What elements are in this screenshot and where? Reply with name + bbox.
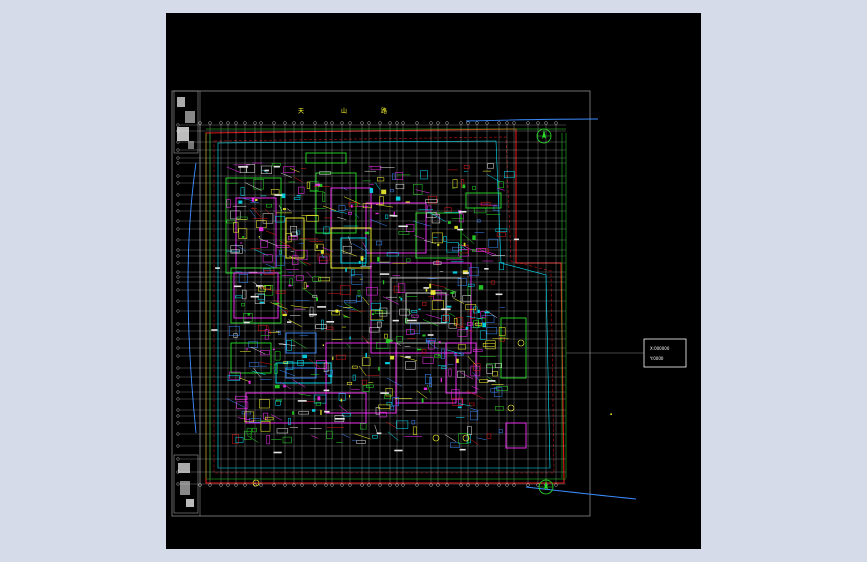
legend-line-1: X:000000 — [650, 346, 670, 351]
coordinate-legend: X:000000 Y:0000 — [643, 338, 687, 368]
road-name-char-1: 天 — [298, 108, 304, 115]
road-name-char-2: 山 — [341, 107, 347, 115]
road-name-char-3: 路 — [381, 107, 387, 115]
north-arrow-icon — [538, 479, 554, 495]
north-arrow-icon — [536, 128, 552, 144]
small-label: ▪ — [610, 412, 612, 416]
site-boundary — [205, 128, 565, 484]
legend-line-2: Y:0000 — [649, 356, 664, 361]
site-plan-drawing: 天 山 路 X:000000 Y:0000 ▪ — [171, 90, 687, 517]
building-features — [211, 140, 551, 487]
left-title-block — [173, 90, 199, 514]
drawing-frame — [171, 90, 591, 517]
cad-model-viewport[interactable]: 天 山 路 X:000000 Y:0000 ▪ — [166, 13, 701, 549]
